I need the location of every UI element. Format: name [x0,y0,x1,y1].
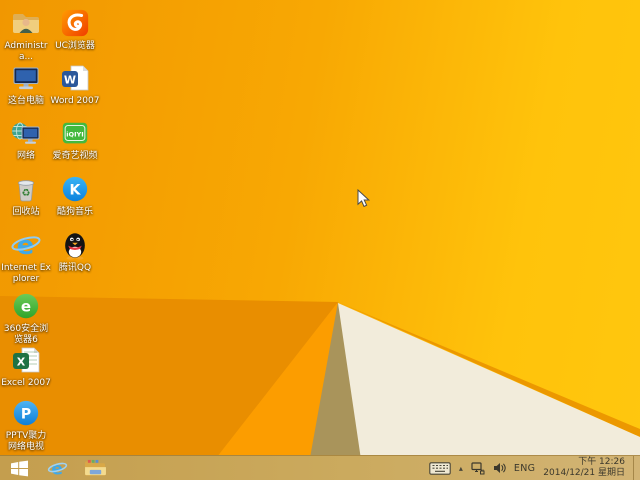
word-glyph-letter: W [64,74,76,87]
desktop-icon-label: Administra... [4,41,48,62]
internet-explorer-icon: e [9,228,43,262]
desktop-icon-label: 网络 [16,151,35,161]
qq-penguin-icon [58,228,92,262]
desktop-icon-kugou[interactable]: K 酷狗音乐 [49,172,101,218]
desktop-icon-label: Excel 2007 [1,378,51,388]
kugou-glyph-letter: K [70,183,82,199]
clock-time: 下午 12:26 [578,457,625,467]
desktop-icon-pptv[interactable]: P PPTV聚力 网络电视 [0,396,52,453]
word-icon: W [58,61,92,95]
desktop-icon-recycle-bin[interactable]: ♻ 回收站 [0,172,52,218]
desktop-icon-label: Internet Explorer [1,263,51,284]
desktop-icon-label: Word 2007 [50,96,100,106]
desktop-icon-qq[interactable]: 腾讯QQ [49,228,101,274]
network-status-icon[interactable] [471,461,485,475]
desktop-icon-360-browser[interactable]: e 360安全浏览器6 [0,289,52,346]
recycle-glyph: ♻ [22,188,31,199]
computer-icon [9,61,43,95]
taskbar-file-explorer-button[interactable] [83,456,107,480]
desktop-icon-this-pc[interactable]: 这台电脑 [0,61,52,107]
desktop-icon-label: 爱奇艺视频 [52,151,98,161]
file-explorer-icon [84,459,106,476]
desktop: Administra... UC浏览器 这台电脑 W Word 2007 网络 … [0,0,640,480]
internet-explorer-icon: e [47,459,67,479]
clock-date: 2014/12/21 星期日 [543,468,625,478]
network-icon [9,116,43,150]
desktop-icon-label: 这台电脑 [7,96,44,106]
desktop-icon-label: 回收站 [12,207,40,217]
show-desktop-button[interactable] [633,456,637,480]
taskbar-clock[interactable]: 下午 12:26 2014/12/21 星期日 [543,457,625,479]
taskbar-left: e [0,456,107,480]
start-button[interactable] [7,456,31,480]
desktop-icon-label: UC浏览器 [55,41,95,51]
system-tray: ▴ ENG 下午 12:26 2014/12/21 星期日 [429,456,640,480]
user-folder-icon [9,6,43,40]
pptv-glyph-letter: P [21,407,31,423]
desktop-icon-label: PPTV聚力 网络电视 [5,431,47,452]
language-indicator[interactable]: ENG [514,463,535,474]
desktop-icon-excel[interactable]: X Excel 2007 [0,343,52,389]
uc-browser-icon [58,6,92,40]
excel-glyph-letter: X [17,356,26,369]
desktop-icon-iqiyi[interactable]: iQIYI 爱奇艺视频 [49,116,101,162]
desktop-icon-word[interactable]: W Word 2007 [49,61,101,107]
360-glyph-letter: e [21,298,31,316]
volume-icon[interactable] [493,462,506,474]
kugou-music-icon: K [58,172,92,206]
desktop-icon-label: 酷狗音乐 [56,207,93,217]
desktop-icon-network[interactable]: 网络 [0,116,52,162]
touch-keyboard-icon[interactable] [429,461,451,475]
taskbar-ie-button[interactable]: e [45,456,69,480]
desktop-icon-label: 腾讯QQ [58,263,92,273]
iqiyi-icon: iQIYI [58,116,92,150]
desktop-icon-internet-explorer[interactable]: e Internet Explorer [0,228,52,285]
pptv-icon: P [9,396,43,430]
iqiyi-glyph-text: iQIYI [66,130,83,138]
taskbar: e ▴ ENG 下午 12:26 2014/12/21 星期日 [0,455,640,480]
desktop-icon-uc-browser[interactable]: UC浏览器 [49,6,101,52]
desktop-icon-administrator[interactable]: Administra... [0,6,52,63]
windows-logo-icon [10,460,28,476]
360-browser-icon: e [9,289,43,323]
excel-icon: X [9,343,43,377]
recycle-bin-icon: ♻ [9,172,43,206]
show-hidden-icons-caret[interactable]: ▴ [459,464,463,473]
